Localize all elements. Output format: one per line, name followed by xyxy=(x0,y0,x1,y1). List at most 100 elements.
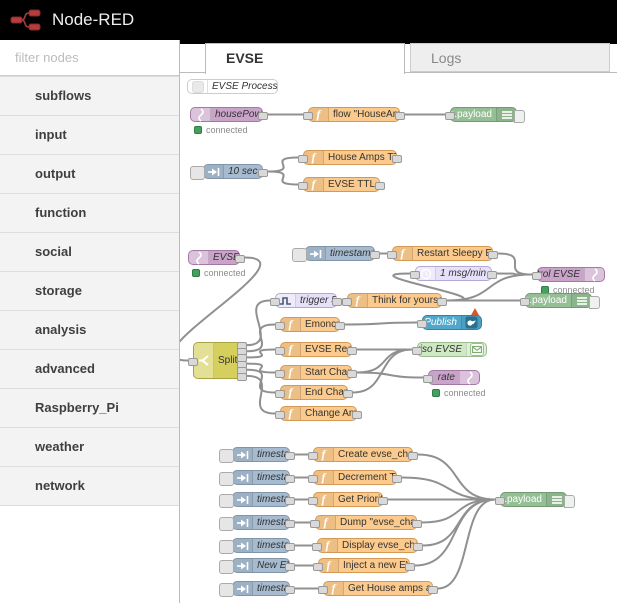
output-port[interactable] xyxy=(285,451,295,460)
node-fnB6[interactable]: fInject a new EVSE xyxy=(313,558,415,573)
node-evseReady[interactable]: fEVSE Ready xyxy=(275,342,357,357)
wire[interactable] xyxy=(356,371,424,379)
node-fnB3[interactable]: fGet Priority xyxy=(308,492,388,507)
wire[interactable] xyxy=(414,498,496,567)
input-port[interactable] xyxy=(310,519,320,528)
node-endCharge[interactable]: fEnd Charge xyxy=(275,385,353,400)
input-port[interactable] xyxy=(520,297,530,306)
inject-button[interactable] xyxy=(219,449,234,463)
input-port[interactable] xyxy=(298,181,308,190)
input-port[interactable] xyxy=(270,297,280,306)
node-debug3[interactable]: msg.payload xyxy=(495,492,575,508)
node-injB3[interactable]: timestamp xyxy=(219,492,295,508)
node-changeAmps[interactable]: fChange Amps xyxy=(275,406,362,421)
debug-toggle-button[interactable] xyxy=(564,495,575,508)
output-port[interactable] xyxy=(285,562,295,571)
wire[interactable] xyxy=(267,156,299,173)
inject-button[interactable] xyxy=(219,472,234,486)
node-fnB1[interactable]: fCreate evse_charge xyxy=(308,447,418,462)
output-port[interactable] xyxy=(237,372,247,381)
inject-button[interactable] xyxy=(219,560,234,574)
palette-category-output[interactable]: output xyxy=(0,155,179,194)
input-port[interactable] xyxy=(410,270,420,279)
node-restartSleepy[interactable]: fRestart Sleepy EVSE's xyxy=(387,246,498,261)
node-debug2[interactable]: msg.payload xyxy=(520,293,600,309)
inject-button[interactable] xyxy=(219,494,234,508)
node-injB1[interactable]: timestamp xyxy=(219,447,295,463)
input-port[interactable] xyxy=(318,585,328,594)
node-debug1[interactable]: msg.payload xyxy=(445,107,525,123)
inject-button[interactable] xyxy=(219,583,234,597)
node-aviso[interactable]: Aviso EVSE xyxy=(412,342,487,357)
input-port[interactable] xyxy=(275,389,285,398)
output-port[interactable] xyxy=(332,297,342,306)
input-port[interactable] xyxy=(312,542,322,551)
input-port[interactable] xyxy=(308,474,318,483)
output-port[interactable] xyxy=(412,519,422,528)
inject-button[interactable] xyxy=(190,166,205,180)
node-injB7[interactable]: timestamp xyxy=(219,581,295,597)
node-fnB4[interactable]: fDump "evse_charge" xyxy=(310,515,422,530)
palette-category-function[interactable]: function xyxy=(0,194,179,233)
node-evseTTL[interactable]: f EVSE TTL xyxy=(298,177,385,192)
input-port[interactable] xyxy=(313,562,323,571)
output-port[interactable] xyxy=(392,154,402,163)
input-port[interactable] xyxy=(342,297,352,306)
output-port[interactable] xyxy=(405,562,415,571)
output-port[interactable] xyxy=(413,542,423,551)
filter-nodes-input[interactable] xyxy=(13,49,167,66)
output-port[interactable] xyxy=(285,496,295,505)
input-port[interactable] xyxy=(445,111,455,120)
input-port[interactable] xyxy=(417,319,427,328)
debug-toggle-button[interactable] xyxy=(514,110,525,123)
node-fnB2[interactable]: fDecrement TTL xyxy=(308,470,402,485)
output-port[interactable] xyxy=(347,369,357,378)
tab-logs[interactable]: Logs xyxy=(410,43,610,72)
output-port[interactable] xyxy=(285,474,295,483)
palette-category-analysis[interactable]: analysis xyxy=(0,311,179,350)
palette-category-storage[interactable]: storage xyxy=(0,272,179,311)
node-controlEVSE[interactable]: control EVSE xyxy=(532,267,605,282)
output-port[interactable] xyxy=(258,111,268,120)
palette-category-social[interactable]: social xyxy=(0,233,179,272)
node-startCharge[interactable]: fStart Charge xyxy=(275,365,357,380)
node-inject10sec[interactable]: 10 sec ↻ xyxy=(190,164,268,180)
tab-evse[interactable]: EVSE xyxy=(205,43,405,74)
node-fnB7[interactable]: fGet House amps and TTL xyxy=(318,581,438,596)
palette-category-input[interactable]: input xyxy=(0,116,179,155)
output-port[interactable] xyxy=(370,250,380,259)
output-port[interactable] xyxy=(347,346,357,355)
output-port[interactable] xyxy=(258,168,268,177)
node-houseAmpsTTL[interactable]: fHouse Amps TTL xyxy=(298,150,402,165)
node-trigger5s[interactable]: trigger 5s xyxy=(270,293,342,308)
output-port[interactable] xyxy=(428,585,438,594)
node-injB6[interactable]: New EVSE xyxy=(219,558,295,574)
node-evse[interactable]: EVSE xyxy=(188,250,245,265)
wire[interactable] xyxy=(401,476,496,501)
output-port[interactable] xyxy=(343,389,353,398)
wire[interactable] xyxy=(246,299,271,347)
input-port[interactable] xyxy=(298,154,308,163)
inject-button[interactable] xyxy=(219,540,234,554)
node-msgmin[interactable]: 1 msg/min xyxy=(410,266,497,281)
output-port[interactable] xyxy=(285,585,295,594)
node-publish[interactable]: Publish xyxy=(417,315,482,330)
node-emoncms[interactable]: fEmoncms xyxy=(275,317,345,332)
input-port[interactable] xyxy=(387,250,397,259)
input-port[interactable] xyxy=(188,357,198,366)
output-port[interactable] xyxy=(335,321,345,330)
node-injB5[interactable]: timestamp xyxy=(219,538,295,554)
wire[interactable] xyxy=(497,252,533,276)
input-port[interactable] xyxy=(532,271,542,280)
inject-button[interactable] xyxy=(219,517,234,531)
wire[interactable] xyxy=(246,323,276,353)
output-port[interactable] xyxy=(487,270,497,279)
output-port[interactable] xyxy=(488,250,498,259)
input-port[interactable] xyxy=(275,410,285,419)
node-flowHouseAmps[interactable]: fflow "HouseAmps" xyxy=(303,107,405,122)
input-port[interactable] xyxy=(308,496,318,505)
debug-toggle-button[interactable] xyxy=(589,296,600,309)
wire[interactable] xyxy=(344,321,418,326)
palette-category-network[interactable]: network xyxy=(0,467,179,506)
wire[interactable] xyxy=(246,374,276,415)
